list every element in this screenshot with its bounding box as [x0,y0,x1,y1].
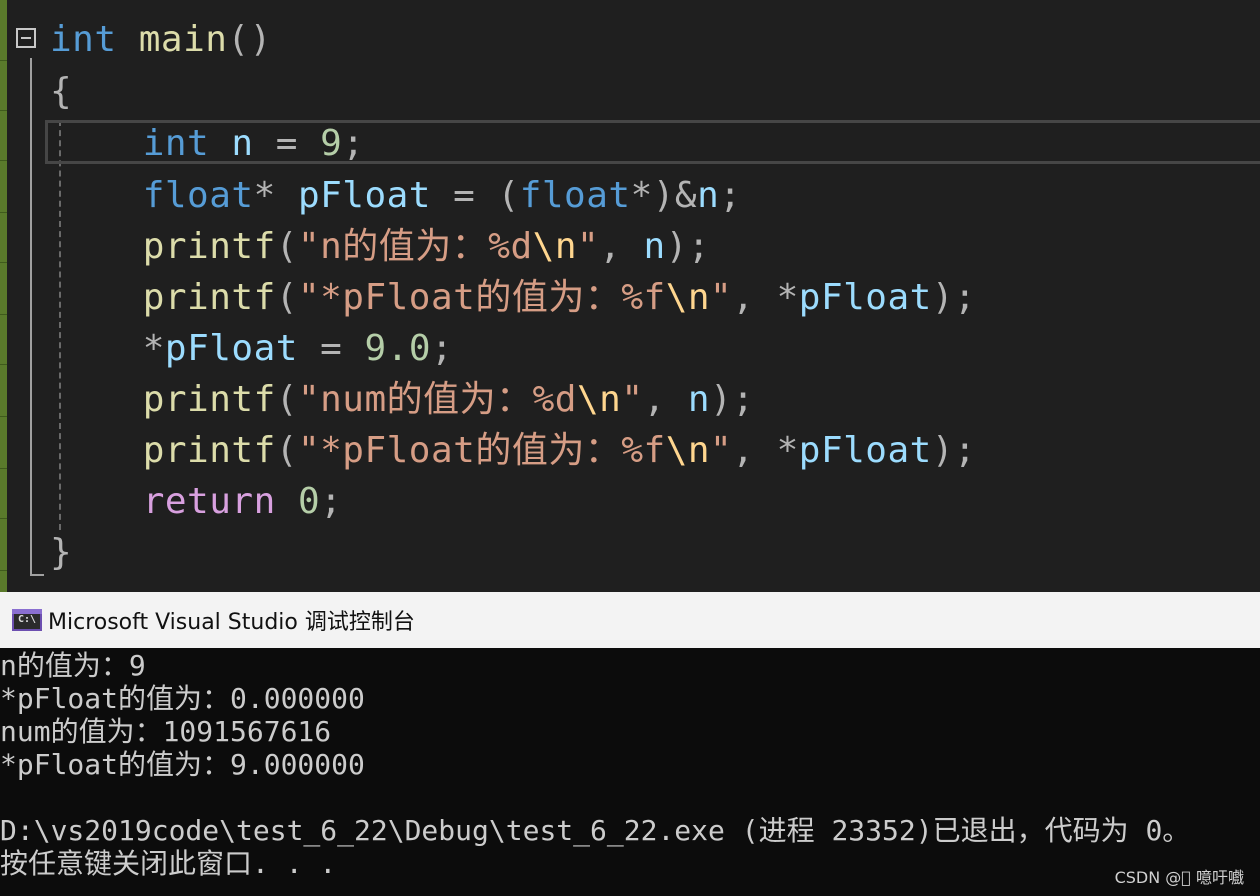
console-line: *pFloat的值为：9.000000 [0,748,365,781]
code-token: printf [142,430,276,471]
code-token: ( [275,277,298,318]
code-token: int [142,123,210,164]
code-token: ( [275,430,298,471]
code-token: pFloat [297,175,431,216]
code-token: \n [665,430,711,471]
code-line[interactable]: printf("*pFloat的值为：%f\n", *pFloat); [54,272,976,323]
fold-guide-end [30,574,44,576]
console-title: Microsoft Visual Studio 调试控制台 [48,610,415,635]
code-token: \n [532,226,577,267]
code-token: \n [665,277,711,318]
code-token: , * [732,277,799,318]
code-token: ); [931,430,977,471]
code-token: ; [431,328,454,369]
fold-guide-line [30,58,32,576]
code-token: ; [719,175,742,216]
console-line: n的值为：9 [0,649,146,682]
watermark-text: CSDN @  噫吁嚱 [1114,868,1244,887]
code-token: ); [931,277,977,318]
code-token: 0 [297,481,321,522]
code-line[interactable]: int main() [50,14,272,65]
code-line[interactable]: *pFloat = 9.0; [54,323,453,374]
code-token: ); [665,226,711,267]
code-token: = ( [430,175,520,216]
code-token: " [710,277,733,318]
change-margin [0,0,7,592]
code-line[interactable]: } [50,527,72,578]
code-token: float [519,175,631,216]
code-token: n [697,175,720,216]
code-token: n [643,226,666,267]
code-token: "num的值为：%d [297,379,577,420]
code-token: "*pFloat的值为：%f [297,430,666,471]
code-line[interactable]: int n = 9; [54,118,365,169]
code-token: "*pFloat的值为：%f [297,277,666,318]
code-line[interactable]: printf("num的值为：%d\n", n); [54,374,754,425]
code-token: ( [275,226,298,267]
code-token: } [50,532,73,573]
code-token: printf [142,379,276,420]
code-token: \n [576,379,622,420]
code-line[interactable]: printf("n的值为：%d\n", n); [54,221,710,272]
code-token: ); [710,379,755,420]
code-token: main [138,19,228,60]
console-output[interactable]: n的值为：9 *pFloat的值为：0.000000 num的值为：109156… [0,648,1260,896]
console-line: 按任意键关闭此窗口. . . [0,847,337,880]
console-line: *pFloat的值为：0.000000 [0,682,365,715]
code-token: { [50,71,73,112]
code-token: printf [142,226,276,267]
console-line: num的值为：1091567616 [0,715,332,748]
code-token: *)& [630,175,698,216]
code-line[interactable]: float* pFloat = (float*)&n; [54,170,741,221]
console-window-icon: C:\ [12,609,42,631]
code-token: " [710,430,733,471]
code-line[interactable]: return 0; [54,476,342,527]
code-token: float [142,175,254,216]
code-line[interactable]: printf("*pFloat的值为：%f\n", *pFloat); [54,425,976,476]
code-token: = [297,328,365,369]
code-token: return [142,481,276,522]
code-token: , [643,379,688,420]
code-token: 9 [320,123,343,164]
code-token: ( [275,379,298,420]
code-token: 9.0 [364,328,431,369]
code-token: pFloat [798,430,932,471]
code-token: * [142,328,165,369]
code-token: = [253,123,321,164]
code-token: n [687,379,711,420]
code-token: " [621,379,644,420]
console-titlebar[interactable]: C:\ Microsoft Visual Studio 调试控制台 [0,592,1260,648]
console-line: D:\vs2019code\test_6_22\Debug\test_6_22.… [0,814,1191,847]
code-token: " [577,226,600,267]
code-token: , * [732,430,799,471]
code-line[interactable]: { [50,66,72,117]
code-token: "n的值为：%d [297,226,533,267]
code-token: ; [320,481,343,522]
code-token: , [599,226,644,267]
collapse-toggle-icon[interactable] [16,28,36,48]
code-token: pFloat [164,328,298,369]
code-token: ; [342,123,365,164]
code-token: int [50,19,117,60]
code-token: * [253,175,298,216]
code-token: printf [142,277,276,318]
code-editor[interactable]: int main(){ int n = 9; float* pFloat = (… [0,0,1260,592]
code-token: pFloat [798,277,932,318]
code-token: () [227,19,272,60]
code-token: n [231,123,254,164]
